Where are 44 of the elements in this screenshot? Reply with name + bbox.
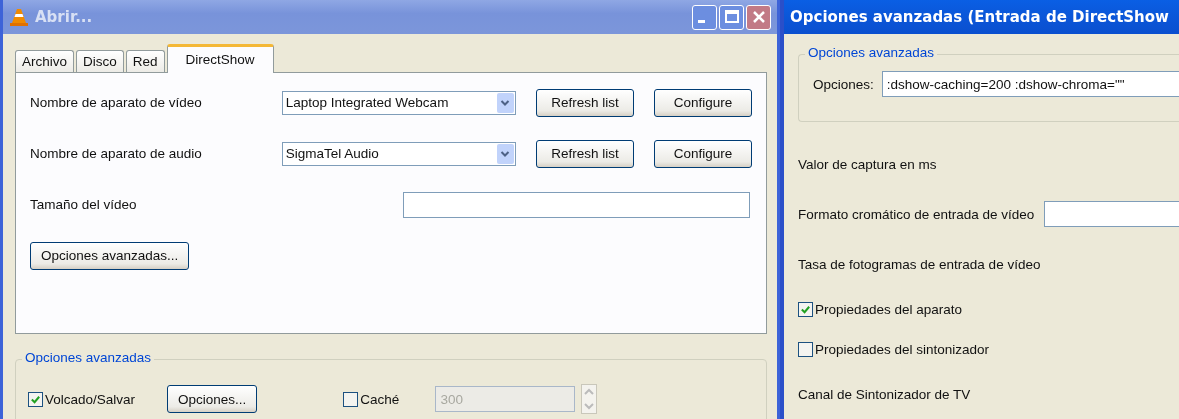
field-label: Tamaño del vídeo — [30, 197, 138, 212]
window-title: Opciones avanzadas (Entrada de DirectShow — [790, 8, 1169, 26]
field-label: Nombre de aparato de audio — [30, 146, 203, 161]
minimize-button[interactable] — [692, 4, 717, 30]
tab[interactable]: Red — [125, 50, 165, 72]
tab[interactable]: Disco — [76, 50, 124, 72]
field-label: Formato cromático de entrada de vídeo — [798, 206, 1035, 222]
field-label: Tasa de fotogramas de entrada de vídeo — [798, 256, 1041, 272]
input-field[interactable]: :dshow-caching=200 :dshow-chroma="" — [881, 71, 1179, 97]
dropdown[interactable]: SigmaTel Audio — [281, 141, 516, 166]
checkbox-label: Caché — [360, 391, 400, 407]
close-button[interactable] — [746, 4, 771, 30]
checkbox[interactable] — [28, 391, 43, 407]
caret-icon — [496, 92, 514, 113]
push-button[interactable]: Opciones... — [167, 385, 258, 413]
window-title: Abrir... — [35, 8, 93, 26]
input-field[interactable] — [1044, 201, 1179, 227]
push-button[interactable]: Refresh list — [535, 88, 634, 117]
maximize-button[interactable] — [719, 4, 744, 30]
push-button[interactable]: Opciones avanzadas... — [30, 241, 190, 270]
checkbox[interactable] — [798, 341, 813, 357]
traffic-cone-icon — [9, 7, 29, 27]
group-title: Opciones avanzadas — [805, 45, 938, 60]
field-label: Canal de Sintonizador de TV — [798, 386, 971, 402]
tab[interactable]: DirectShow — [166, 44, 274, 73]
group-title: Opciones avanzadas — [22, 350, 155, 365]
field-label: Nombre de aparato de vídeo — [30, 95, 203, 110]
checkmark-icon — [30, 393, 41, 405]
push-button[interactable]: Configure — [653, 139, 752, 168]
checkbox-label: Propiedades del sintonizador — [815, 341, 990, 357]
push-button[interactable]: Refresh list — [535, 139, 634, 168]
caret-icon — [496, 143, 514, 164]
input-field[interactable] — [403, 191, 750, 218]
checkmark-icon — [800, 303, 811, 315]
field-label: Opciones: — [813, 76, 874, 92]
push-button[interactable]: Configure — [653, 88, 752, 117]
spinner-arrows-icon[interactable] — [581, 384, 598, 414]
checkbox[interactable] — [798, 301, 813, 317]
checkbox-label: Volcado/Salvar — [45, 391, 136, 407]
tab[interactable]: Archivo — [15, 50, 74, 72]
dropdown[interactable]: Laptop Integrated Webcam — [281, 90, 516, 115]
field-label: Valor de captura en ms — [798, 156, 937, 172]
checkbox-label: Propiedades del aparato — [815, 301, 963, 317]
minimize-icon — [698, 19, 705, 23]
